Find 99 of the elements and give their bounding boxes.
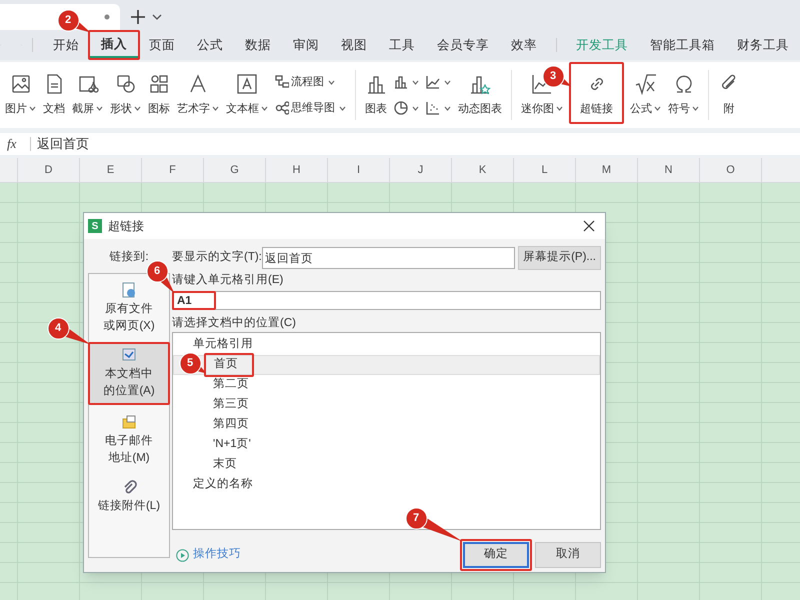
column-header[interactable]: E	[80, 158, 142, 182]
field-label: 要显示的文字(T):	[172, 249, 262, 266]
ribbon-button[interactable]: 流程图	[275, 73, 346, 91]
column-header[interactable]: L	[514, 158, 576, 182]
highlight-frame	[172, 291, 216, 310]
link-target-label: 地址(M)	[108, 450, 150, 466]
menu-tab[interactable]: 页面	[138, 32, 186, 58]
step-callout-tooltip: 4	[46, 316, 90, 344]
ribbon-button[interactable]: 动态图表	[455, 70, 505, 120]
menu-tab[interactable]: 数据	[234, 32, 282, 58]
column-header[interactable]: M	[576, 158, 638, 182]
ribbon-button[interactable]	[394, 99, 419, 117]
link-target-label: 本文档中	[105, 366, 153, 382]
step-callout-tooltip: 2	[56, 8, 90, 32]
ribbon-button[interactable]: 文档	[40, 70, 68, 120]
link-target-label: 链接附件(L)	[98, 498, 160, 514]
square-root-icon	[634, 73, 656, 95]
document-location-icon	[121, 347, 137, 363]
grid-shapes-icon	[148, 73, 170, 95]
email-folder-icon	[121, 414, 137, 430]
column-header[interactable]: N	[638, 158, 700, 182]
screen-tip-button[interactable]: 屏幕提示(P)...	[518, 246, 601, 270]
link-target-item[interactable]: 电子邮件 地址(M)	[89, 410, 169, 471]
menu-tab[interactable]: 公式	[186, 32, 234, 58]
tree-item[interactable]: 定义的名称	[173, 475, 600, 495]
tree-item[interactable]: 第三页	[173, 395, 600, 415]
menu-tab[interactable]: 审阅	[282, 32, 330, 58]
highlight-frame	[88, 30, 140, 60]
ribbon-button[interactable]: 超链接	[577, 70, 616, 120]
line-chart-icon	[426, 75, 440, 89]
highlight-frame	[460, 539, 532, 571]
tree-item[interactable]: 第二页	[173, 375, 600, 395]
ribbon-button[interactable]: 附	[715, 70, 743, 120]
step-callout-tooltip: 7	[404, 506, 462, 541]
mind-map-icon	[275, 101, 289, 115]
ribbon-button[interactable]: 艺术字	[174, 70, 222, 120]
link-target-label: 的位置(A)	[103, 384, 155, 399]
function-label[interactable]: fx	[0, 134, 30, 154]
highlight-frame	[204, 353, 254, 377]
ribbon-button[interactable]: 图标	[145, 70, 173, 120]
ribbon-button[interactable]: 思维导图	[275, 99, 346, 117]
image-icon	[10, 73, 32, 95]
column-header[interactable]: O	[700, 158, 762, 182]
column-header[interactable]: J	[390, 158, 452, 182]
tree-item[interactable]: 末页	[173, 455, 600, 475]
menu-tab[interactable]: 会员专享	[426, 32, 500, 58]
ribbon-button[interactable]: 截屏	[69, 70, 106, 120]
shapes-icon	[114, 73, 136, 95]
tree-item[interactable]: 第四页	[173, 415, 600, 435]
link-target-label: 或网页(X)	[103, 318, 155, 334]
ribbon-button[interactable]: 文本框	[223, 70, 271, 120]
pie-chart-icon	[394, 101, 408, 115]
highlight-frame	[569, 62, 624, 124]
cell-reference-field[interactable]: A1	[172, 291, 601, 310]
link-target-label: 电子邮件	[105, 434, 153, 449]
ribbon-button[interactable]: 符号	[665, 70, 702, 120]
step-callout-tooltip: 3	[542, 64, 571, 88]
column-header[interactable]: K	[452, 158, 514, 182]
play-circle-icon	[176, 548, 189, 562]
tree-item[interactable]: 'N+1页'	[173, 435, 600, 455]
menu-tab[interactable]: 开始	[42, 32, 90, 58]
column-header[interactable]: D	[18, 158, 80, 182]
menu-tab[interactable]: 插入	[90, 32, 138, 58]
close-icon[interactable]	[583, 220, 595, 232]
menu-tab[interactable]: 效率	[500, 32, 548, 58]
column-chart-icon	[394, 75, 408, 89]
link-target-label: 原有文件	[105, 302, 153, 317]
field-label: 请键入单元格引用(E)	[172, 273, 284, 288]
unsaved-dot-icon	[104, 14, 110, 20]
menu-tab[interactable]: 视图	[330, 32, 378, 58]
ribbon-button[interactable]: 公式	[627, 70, 664, 120]
column-header[interactable]: I	[328, 158, 390, 182]
globe-document-icon	[121, 282, 137, 298]
dialog-button[interactable]: 取消	[535, 542, 601, 568]
dialog-title: 超链接	[108, 218, 144, 235]
column-header[interactable]: G	[204, 158, 266, 182]
step-callout-tooltip: 5	[178, 352, 206, 375]
menu-tab[interactable]: 工具	[378, 32, 426, 58]
field-label: 请选择文档中的位置(C)	[172, 316, 297, 332]
flowchart-icon	[275, 75, 289, 89]
column-header[interactable]: F	[142, 158, 204, 182]
ribbon-button[interactable]: 形状	[107, 70, 144, 120]
menu-tab[interactable]: 智能工具箱	[639, 32, 726, 58]
text-box-icon	[236, 73, 258, 95]
ribbon-button[interactable]	[426, 73, 451, 91]
column-header[interactable]: H	[266, 158, 328, 182]
link-target-item[interactable]: 链接附件(L)	[89, 475, 169, 519]
app-badge: S	[88, 219, 102, 233]
formula-value: 返回首页	[36, 135, 89, 154]
dialog-button[interactable]: 确定	[463, 542, 529, 568]
display-text-field[interactable]: 返回首页	[262, 247, 516, 269]
scatter-chart-icon	[426, 101, 440, 115]
tips-link[interactable]: 操作技巧	[176, 546, 241, 564]
ribbon-button[interactable]	[426, 99, 451, 117]
ribbon-button[interactable]: 图表	[362, 70, 390, 120]
menu-tab[interactable]: 财务工具	[726, 32, 800, 58]
ribbon-button[interactable]: 图片	[2, 70, 39, 120]
link-target-item[interactable]: 本文档中 的位置(A)	[89, 343, 169, 404]
plus-icon[interactable]	[130, 9, 146, 25]
